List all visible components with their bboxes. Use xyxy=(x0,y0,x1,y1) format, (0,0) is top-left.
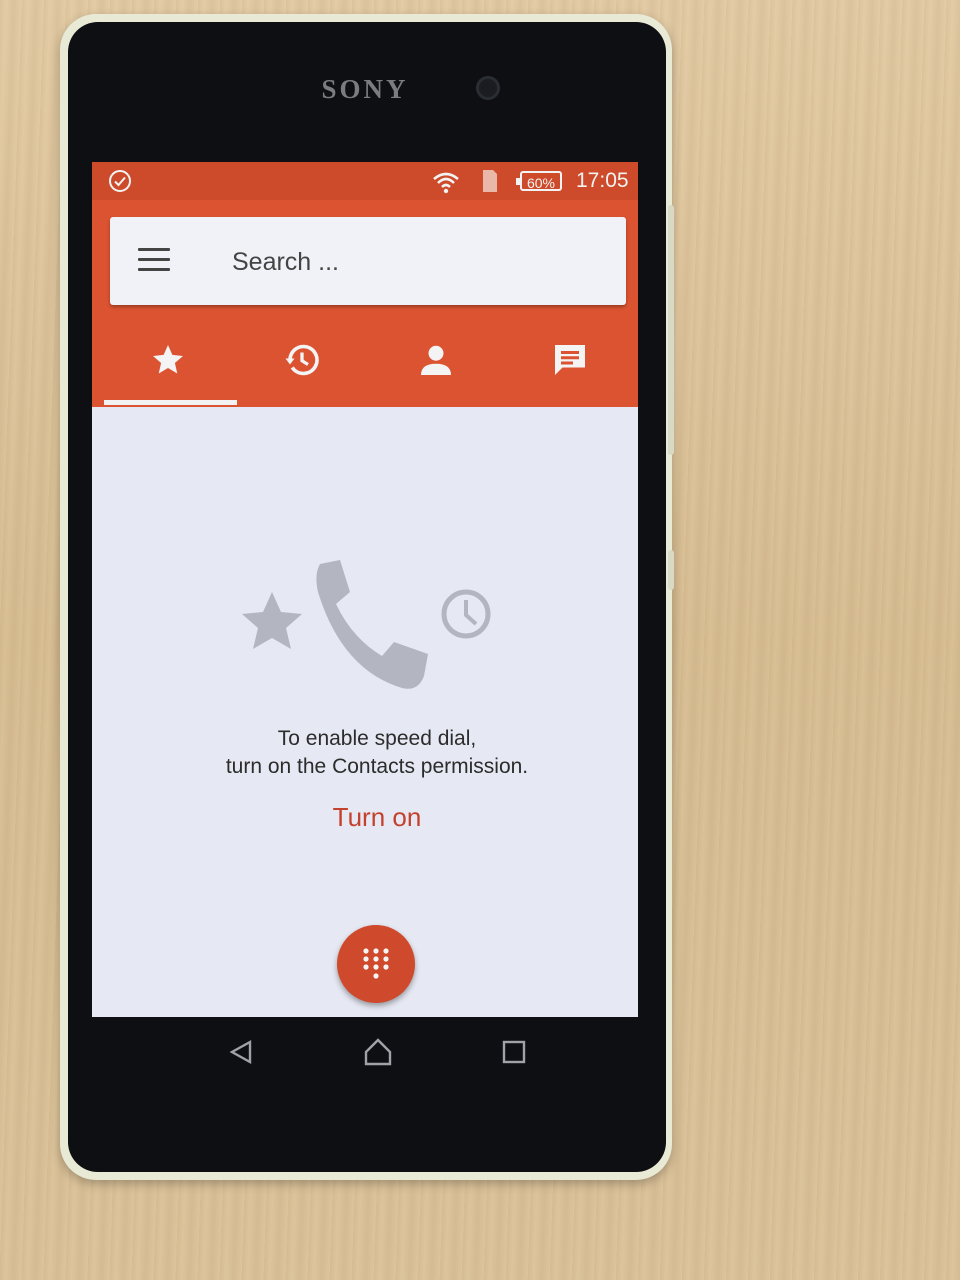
menu-icon[interactable] xyxy=(138,248,170,274)
screen: 60% 17:05 Search ... To enable speed dia… xyxy=(92,162,638,1017)
search-bar[interactable] xyxy=(110,217,626,305)
tab-recents[interactable] xyxy=(234,312,370,407)
status-bar: 60% 17:05 xyxy=(92,162,638,200)
home-icon xyxy=(364,1038,392,1066)
permission-message: To enable speed dial, turn on the Contac… xyxy=(132,725,622,781)
star-icon xyxy=(153,345,183,374)
phone-icon xyxy=(316,560,428,689)
app-bar xyxy=(92,200,638,407)
volume-button xyxy=(668,205,674,455)
speed-dial-empty-state: To enable speed dial, turn on the Contac… xyxy=(92,407,638,1017)
turn-on-button[interactable]: Turn on xyxy=(297,802,457,833)
back-button[interactable] xyxy=(220,1030,264,1074)
person-icon xyxy=(421,345,451,375)
front-camera xyxy=(476,76,500,100)
tab-messages[interactable] xyxy=(502,312,638,407)
sim-card-icon xyxy=(483,170,497,192)
back-icon xyxy=(229,1039,252,1065)
message-icon xyxy=(555,345,585,375)
dialpad-icon xyxy=(363,948,389,979)
home-button[interactable] xyxy=(356,1030,400,1074)
power-button xyxy=(668,550,674,590)
navigation-bar xyxy=(112,1020,632,1080)
recent-apps-button[interactable] xyxy=(492,1030,536,1074)
wifi-icon xyxy=(433,172,459,194)
message-line-2: turn on the Contacts permission. xyxy=(225,755,529,778)
tab-indicator xyxy=(104,400,237,405)
message-line-1: To enable speed dial, xyxy=(277,727,477,750)
history-icon xyxy=(285,344,319,376)
search-input[interactable] xyxy=(230,241,614,283)
check-circle-icon xyxy=(109,170,131,192)
star-icon xyxy=(242,592,302,649)
battery-indicator: 60% xyxy=(516,171,562,191)
speed-dial-illustration xyxy=(242,560,491,689)
dialpad-button[interactable] xyxy=(337,925,415,1003)
recent-apps-icon xyxy=(502,1040,526,1064)
brand-logo: SONY xyxy=(321,74,409,104)
tab-bar xyxy=(92,312,638,407)
tab-favorites[interactable] xyxy=(100,312,236,407)
tab-contacts[interactable] xyxy=(368,312,504,407)
status-time: 17:05 xyxy=(576,169,629,192)
